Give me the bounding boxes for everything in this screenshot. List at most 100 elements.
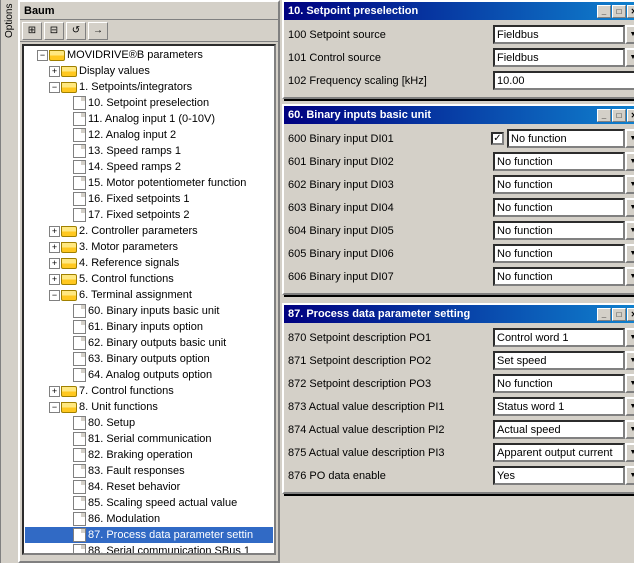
doc-icon-process-data xyxy=(73,528,86,542)
process-arrow-872[interactable]: ▼ xyxy=(625,374,634,393)
tree-item-controller[interactable]: + 2. Controller parameters xyxy=(25,223,273,239)
expand-display[interactable]: + xyxy=(49,66,60,77)
binary-arrow-606[interactable]: ▼ xyxy=(625,267,634,286)
tree-item-sp-fixed2[interactable]: 17. Fixed setpoints 2 xyxy=(25,207,273,223)
doc-icon-sp-analog2 xyxy=(73,128,86,142)
setpoint-input-102[interactable] xyxy=(493,71,634,90)
binary-combo-601: No function ▼ xyxy=(493,152,634,171)
process-value-876: Yes xyxy=(493,466,625,485)
tree-item-serial-sbus1[interactable]: 88. Serial communication SBus 1 xyxy=(25,543,273,555)
tree-label-braking: 82. Braking operation xyxy=(88,449,193,461)
binary-arrow-602[interactable]: ▼ xyxy=(625,175,634,194)
main-area: Baum ⊞ ⊟ ↺ → − MOVIDRIVE®B parameters + … xyxy=(18,0,634,563)
binary-arrow-605[interactable]: ▼ xyxy=(625,244,634,263)
process-arrow-875[interactable]: ▼ xyxy=(625,443,634,462)
expand-motor[interactable]: + xyxy=(49,242,60,253)
tree-item-sp-analog2[interactable]: 12. Analog input 2 xyxy=(25,127,273,143)
process-row-874: 874 Actual value description PI2 Actual … xyxy=(288,419,634,440)
binary-value-602: No function xyxy=(493,175,625,194)
tree-item-process-data[interactable]: 87. Process data parameter settin xyxy=(25,527,273,543)
tree-item-unit-fns[interactable]: − 8. Unit functions xyxy=(25,399,273,415)
process-arrow-871[interactable]: ▼ xyxy=(625,351,634,370)
tree-item-scaling[interactable]: 85. Scaling speed actual value xyxy=(25,495,273,511)
tree-item-serial-comm[interactable]: 81. Serial communication xyxy=(25,431,273,447)
tree-item-sp-fixed1[interactable]: 16. Fixed setpoints 1 xyxy=(25,191,273,207)
doc-icon-bin-basic xyxy=(73,304,86,318)
expand-ctrl-fns[interactable]: + xyxy=(49,386,60,397)
process-close-btn[interactable]: ✕ xyxy=(627,308,634,321)
tree-item-sp-preselection[interactable]: 10. Setpoint preselection xyxy=(25,95,273,111)
tree-label-reference: 4. Reference signals xyxy=(79,257,179,269)
process-arrow-874[interactable]: ▼ xyxy=(625,420,634,439)
process-arrow-876[interactable]: ▼ xyxy=(625,466,634,485)
tree-item-fault[interactable]: 83. Fault responses xyxy=(25,463,273,479)
process-value-871: Set speed xyxy=(493,351,625,370)
tree-item-movidrive[interactable]: − MOVIDRIVE®B parameters xyxy=(25,47,273,63)
tree-item-display[interactable]: + Display values xyxy=(25,63,273,79)
baum-window: Baum ⊞ ⊟ ↺ → − MOVIDRIVE®B parameters + … xyxy=(18,0,280,563)
process-value-875: Apparent output current xyxy=(493,443,625,462)
doc-icon-bin-option2 xyxy=(73,352,86,366)
setpoint-row-100: 100 Setpoint source Fieldbus ▼ xyxy=(288,24,634,45)
expand-control[interactable]: + xyxy=(49,274,60,285)
tree-item-bin-basic2[interactable]: 62. Binary outputs basic unit xyxy=(25,335,273,351)
expand-setpoints[interactable]: − xyxy=(49,82,60,93)
setpoint-arrow-101[interactable]: ▼ xyxy=(625,48,634,67)
toolbar-btn-2[interactable]: ⊟ xyxy=(44,22,64,40)
binary-close-btn[interactable]: ✕ xyxy=(627,109,634,122)
process-minimize-btn[interactable]: _ xyxy=(597,308,611,321)
expand-controller[interactable]: + xyxy=(49,226,60,237)
tree-label-sp-ramps1: 13. Speed ramps 1 xyxy=(88,145,181,157)
process-maximize-btn[interactable]: □ xyxy=(612,308,626,321)
binary-arrow-604[interactable]: ▼ xyxy=(625,221,634,240)
binary-arrow-600[interactable]: ▼ xyxy=(625,129,634,148)
expand-unit-fns[interactable]: − xyxy=(49,402,60,413)
process-row-871: 871 Setpoint description PO2 Set speed ▼ xyxy=(288,350,634,371)
process-label-871: 871 Setpoint description PO2 xyxy=(288,355,493,367)
setpoint-close-btn[interactable]: ✕ xyxy=(627,5,634,18)
setpoint-combo-101: Fieldbus ▼ xyxy=(493,48,634,67)
tree-item-sp-analog1[interactable]: 11. Analog input 1 (0-10V) xyxy=(25,111,273,127)
process-arrow-873[interactable]: ▼ xyxy=(625,397,634,416)
setpoint-arrow-100[interactable]: ▼ xyxy=(625,25,634,44)
binary-arrow-601[interactable]: ▼ xyxy=(625,152,634,171)
expand-reference[interactable]: + xyxy=(49,258,60,269)
folder-icon-display xyxy=(61,66,77,77)
tree-item-braking[interactable]: 82. Braking operation xyxy=(25,447,273,463)
doc-icon-setup xyxy=(73,416,86,430)
tree-item-analog-option[interactable]: 64. Analog outputs option xyxy=(25,367,273,383)
binary-minimize-btn[interactable]: _ xyxy=(597,109,611,122)
setpoint-minimize-btn[interactable]: _ xyxy=(597,5,611,18)
tree-item-bin-option2[interactable]: 63. Binary outputs option xyxy=(25,351,273,367)
tree-item-sp-ramps1[interactable]: 13. Speed ramps 1 xyxy=(25,143,273,159)
tree-item-sp-ramps2[interactable]: 14. Speed ramps 2 xyxy=(25,159,273,175)
process-arrow-870[interactable]: ▼ xyxy=(625,328,634,347)
tree-item-reference[interactable]: + 4. Reference signals xyxy=(25,255,273,271)
toolbar-btn-4[interactable]: → xyxy=(88,22,108,40)
tree-item-sp-motorpot[interactable]: 15. Motor potentiometer function xyxy=(25,175,273,191)
folder-icon-controller xyxy=(61,226,77,237)
tree-item-motor[interactable]: + 3. Motor parameters xyxy=(25,239,273,255)
tree-label-process-data: 87. Process data parameter settin xyxy=(88,529,253,541)
doc-icon-serial-comm xyxy=(73,432,86,446)
tree-item-terminal[interactable]: − 6. Terminal assignment xyxy=(25,287,273,303)
tree-item-control[interactable]: + 5. Control functions xyxy=(25,271,273,287)
toolbar-btn-3[interactable]: ↺ xyxy=(66,22,86,40)
toolbar-btn-1[interactable]: ⊞ xyxy=(22,22,42,40)
tree-item-setup[interactable]: 80. Setup xyxy=(25,415,273,431)
tree-item-setpoints[interactable]: − 1. Setpoints/integrators xyxy=(25,79,273,95)
expand-movidrive[interactable]: − xyxy=(37,50,48,61)
tree-item-modulation[interactable]: 86. Modulation xyxy=(25,511,273,527)
binary-checkbox-600[interactable] xyxy=(491,132,504,145)
tree-label-display: Display values xyxy=(79,65,150,77)
expand-terminal[interactable]: − xyxy=(49,290,60,301)
tree-item-bin-option[interactable]: 61. Binary inputs option xyxy=(25,319,273,335)
binary-maximize-btn[interactable]: □ xyxy=(612,109,626,122)
options-label: Options xyxy=(4,4,15,38)
tree-item-bin-basic[interactable]: 60. Binary inputs basic unit xyxy=(25,303,273,319)
binary-arrow-603[interactable]: ▼ xyxy=(625,198,634,217)
tree-item-ctrl-fns[interactable]: + 7. Control functions xyxy=(25,383,273,399)
tree-item-reset[interactable]: 84. Reset behavior xyxy=(25,479,273,495)
setpoint-maximize-btn[interactable]: □ xyxy=(612,5,626,18)
doc-icon-sp-ramps1 xyxy=(73,144,86,158)
